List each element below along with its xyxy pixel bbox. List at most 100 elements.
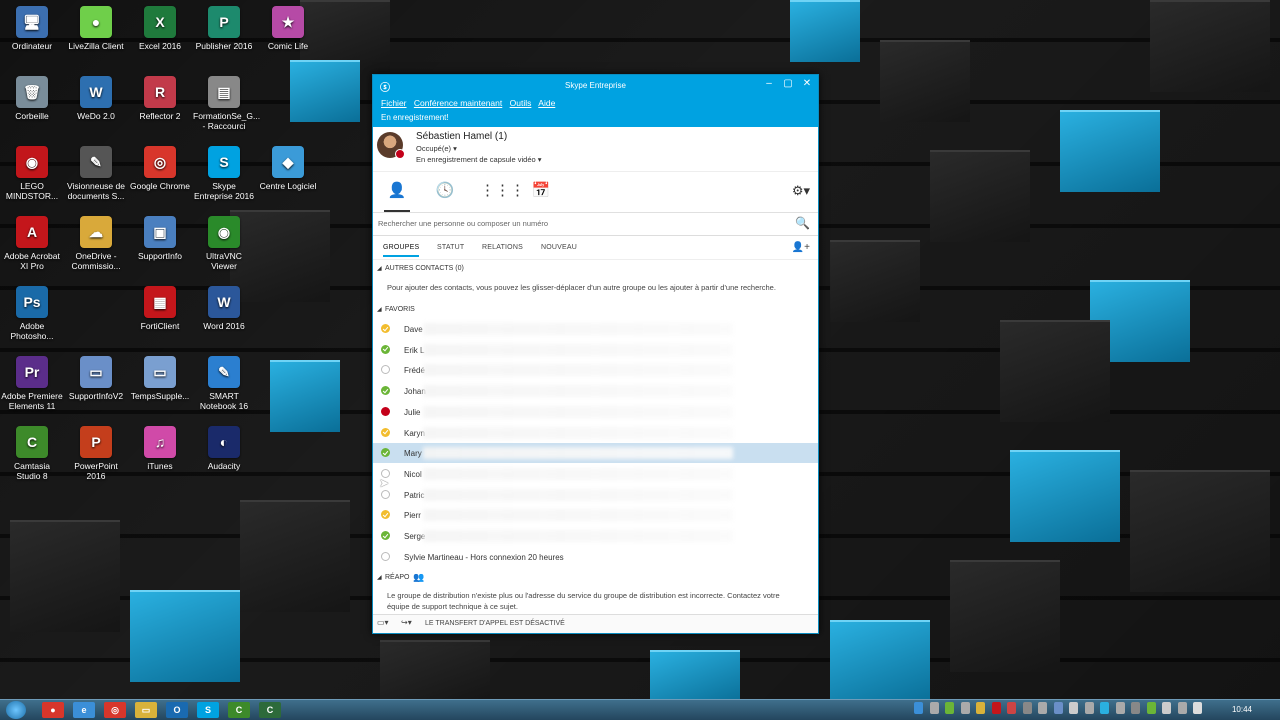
desktop-icon[interactable]: ☁ OneDrive - Commissio... (65, 216, 127, 271)
tray-icon[interactable] (1146, 702, 1156, 714)
app-icon: ♫ (144, 426, 176, 458)
dialpad-tab-icon[interactable]: ⋮⋮⋮ (480, 181, 525, 201)
tray-icon[interactable] (1022, 702, 1032, 714)
tray-icon[interactable] (976, 702, 985, 714)
tray-icon[interactable] (1162, 702, 1171, 714)
tab-relations[interactable]: RELATIONS (482, 244, 523, 251)
call-forward-status[interactable]: LE TRANSFERT D'APPEL EST DÉSACTIVÉ (425, 620, 565, 627)
tray-icon[interactable] (929, 702, 939, 714)
taskbar-app-icon[interactable]: S (197, 702, 219, 718)
minimize-icon[interactable]: – (760, 78, 778, 89)
desktop-icon[interactable]: 🖥 Ordinateur (1, 6, 63, 51)
list-item[interactable]: Patric (373, 485, 818, 505)
desktop-icon[interactable]: ● LiveZilla Client (65, 6, 127, 51)
tray-icon[interactable] (1100, 702, 1109, 714)
call-forward-icon[interactable]: ↪▾ (401, 618, 412, 627)
list-item[interactable]: Nicol (373, 464, 818, 484)
desktop-icon[interactable]: R Reflector 2 (129, 76, 191, 121)
desktop-icon-label: LEGO MINDSTOR... (5, 181, 59, 201)
list-item[interactable]: Mary (373, 443, 818, 464)
list-item[interactable]: Karyn (373, 423, 818, 443)
list-item[interactable]: Julie (373, 402, 818, 422)
list-item[interactable]: Erik L (373, 340, 818, 360)
desktop-icon-label: Visionneuse de documents S... (67, 181, 125, 201)
desktop-icon[interactable]: ▭ TempsSupple... (129, 356, 191, 401)
desktop-icon[interactable]: S Skype Entreprise 2016 (193, 146, 255, 201)
note-dropdown[interactable]: En enregistrement de capsule vidéo ▾ (416, 155, 542, 164)
taskbar-app-icon[interactable]: C (228, 702, 250, 718)
tray-icon[interactable] (991, 702, 1001, 714)
tray-icon[interactable] (1007, 702, 1016, 714)
contacts-tab-icon[interactable]: 👤 (384, 181, 410, 212)
desktop-icon[interactable]: P Publisher 2016 (193, 6, 255, 51)
taskbar-app-icon[interactable]: e (73, 702, 95, 718)
desktop-icon[interactable]: ▣ SupportInfo (129, 216, 191, 261)
close-icon[interactable]: ✕ (798, 78, 816, 89)
desktop-icon[interactable]: W WeDo 2.0 (65, 76, 127, 121)
desktop-icon[interactable]: ◉ UltraVNC Viewer (193, 216, 255, 271)
add-contact-icon[interactable]: 👤+ (792, 242, 810, 253)
desktop-icon[interactable]: 🗑 Corbeille (1, 76, 63, 121)
list-item[interactable]: Frédé (373, 360, 818, 380)
tab-groupes[interactable]: GROUPES (383, 244, 420, 257)
tray-icon[interactable] (960, 702, 970, 714)
desktop-icon[interactable]: C Camtasia Studio 8 (1, 426, 63, 481)
list-item[interactable]: Johan (373, 381, 818, 401)
tray-icon[interactable] (945, 702, 954, 714)
tab-statut[interactable]: STATUT (437, 244, 464, 251)
desktop-icon[interactable]: ◆ Centre Logiciel (257, 146, 319, 191)
desktop-icon[interactable]: A Adobe Acrobat XI Pro (1, 216, 63, 271)
desktop-icon[interactable]: ✎ Visionneuse de documents S... (65, 146, 127, 201)
search-icon[interactable]: 🔍 (795, 216, 810, 230)
tray-icon[interactable] (1038, 702, 1047, 714)
taskbar-app-icon[interactable]: ▭ (135, 702, 157, 718)
avatar[interactable] (377, 132, 405, 159)
tray-icon[interactable] (1115, 702, 1125, 714)
conversations-tab-icon[interactable]: 🕓 (432, 181, 458, 201)
start-button[interactable] (6, 701, 26, 719)
gear-icon[interactable]: ⚙▾ (792, 183, 810, 199)
desktop-icon[interactable]: P PowerPoint 2016 (65, 426, 127, 481)
presence-dropdown[interactable]: Occupé(e) ▾ (416, 144, 457, 153)
tab-nouveau[interactable]: NOUVEAU (541, 244, 577, 251)
menu-outils[interactable]: Outils (510, 98, 532, 108)
search-bar[interactable]: Rechercher une personne ou composer un n… (373, 213, 818, 236)
list-item[interactable]: Sylvie Martineau - Hors connexion 20 heu… (373, 547, 818, 567)
meetings-tab-icon[interactable]: 📅 (528, 181, 554, 201)
list-item[interactable]: Pierr (373, 505, 818, 525)
desktop-icon[interactable]: X Excel 2016 (129, 6, 191, 51)
tray-icon[interactable] (1053, 702, 1063, 714)
tray-icon[interactable] (1193, 702, 1202, 714)
app-icon: ◆ (272, 146, 304, 178)
desktop-icon[interactable]: ▤ FormationSe_G... - Raccourci (193, 76, 260, 131)
desktop-icon[interactable]: ▦ FortiClient (129, 286, 191, 331)
tray-icon[interactable] (1131, 702, 1140, 714)
desktop-icon[interactable]: ♫ iTunes (129, 426, 191, 471)
desktop-icon[interactable]: ★ Comic Life (257, 6, 319, 51)
desktop-icon[interactable]: Ps Adobe Photosho... (1, 286, 63, 341)
tray-icon[interactable] (1084, 702, 1094, 714)
desktop-icon[interactable]: Pr Adobe Premiere Elements 11 (1, 356, 63, 411)
device-icon[interactable]: ▭▾ (377, 618, 389, 627)
desktop-icon[interactable]: ✎ SMART Notebook 16 (193, 356, 255, 411)
search-input[interactable]: Rechercher une personne ou composer un n… (378, 219, 548, 228)
desktop-icon[interactable]: ◎ Google Chrome (129, 146, 191, 191)
taskbar-app-icon[interactable]: ◎ (104, 702, 126, 718)
menu-conference[interactable]: Conférence maintenant (414, 98, 502, 108)
desktop-icon[interactable]: ◉ LEGO MINDSTOR... (1, 146, 63, 201)
tray-icon[interactable] (1069, 702, 1078, 714)
menu-aide[interactable]: Aide (538, 98, 555, 108)
list-item[interactable]: Serge (373, 526, 818, 546)
menu-fichier[interactable]: Fichier (381, 98, 407, 108)
list-item[interactable]: Dave (373, 319, 818, 339)
taskbar-app-icon[interactable]: O (166, 702, 188, 718)
desktop-icon[interactable]: W Word 2016 (193, 286, 255, 331)
desktop-icon[interactable]: ▭ SupportInfoV2 (65, 356, 127, 401)
tray-icon[interactable] (914, 702, 923, 714)
maximize-icon[interactable]: ▢ (779, 78, 797, 89)
tray-icon[interactable] (1177, 702, 1187, 714)
clock[interactable]: 10:44 (1232, 705, 1252, 714)
taskbar-app-icon[interactable]: ● (42, 702, 64, 718)
taskbar-app-icon[interactable]: C (259, 702, 281, 718)
desktop-icon[interactable]: ◐ Audacity (193, 426, 255, 471)
